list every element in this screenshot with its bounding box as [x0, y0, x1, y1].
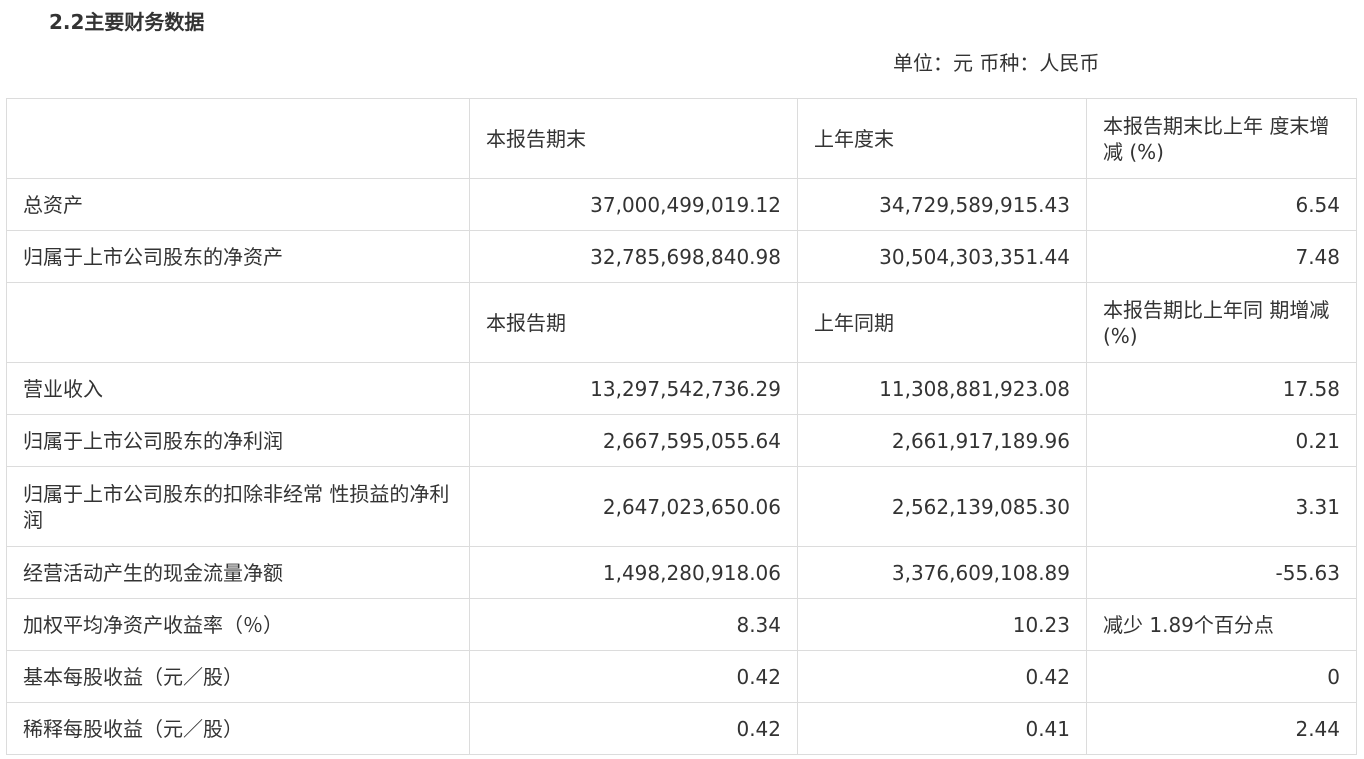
row-label: 加权平均净资产收益率（％）: [6, 598, 470, 651]
current-value: 13,297,542,736.29: [469, 362, 798, 415]
change-value: -55.63: [1086, 546, 1357, 599]
header-cell-blank: [6, 98, 470, 179]
table-row: 归属于上市公司股东的净资产 32,785,698,840.98 30,504,3…: [6, 230, 1357, 283]
change-value: 0: [1086, 650, 1357, 703]
row-label: 经营活动产生的现金流量净额: [6, 546, 470, 599]
previous-value: 34,729,589,915.43: [797, 178, 1087, 231]
current-value: 0.42: [469, 650, 798, 703]
row-label: 归属于上市公司股东的净资产: [6, 230, 470, 283]
table-header-row-period-end: 本报告期末 上年度末 本报告期末比上年 度末增减 (%): [6, 98, 1357, 179]
current-value: 2,647,023,650.06: [469, 466, 798, 547]
table-row: 稀释每股收益（元／股） 0.42 0.41 2.44: [6, 702, 1357, 755]
row-label: 营业收入: [6, 362, 470, 415]
change-value: 6.54: [1086, 178, 1357, 231]
header-cell-change-percent: 本报告期比上年同 期增减 (%): [1086, 282, 1357, 363]
table-row: 归属于上市公司股东的扣除非经常 性损益的净利润 2,647,023,650.06…: [6, 466, 1357, 547]
header-cell-change-percent: 本报告期末比上年 度末增减 (%): [1086, 98, 1357, 179]
current-value: 0.42: [469, 702, 798, 755]
table-row: 加权平均净资产收益率（％） 8.34 10.23 减少 1.89个百分点: [6, 598, 1357, 651]
header-cell-current-period-end: 本报告期末: [469, 98, 798, 179]
change-value: 减少 1.89个百分点: [1086, 598, 1357, 651]
previous-value: 2,562,139,085.30: [797, 466, 1087, 547]
table-header-row-period: 本报告期 上年同期 本报告期比上年同 期增减 (%): [6, 282, 1357, 363]
row-label: 基本每股收益（元／股）: [6, 650, 470, 703]
current-value: 32,785,698,840.98: [469, 230, 798, 283]
previous-value: 11,308,881,923.08: [797, 362, 1087, 415]
table-row: 经营活动产生的现金流量净额 1,498,280,918.06 3,376,609…: [6, 546, 1357, 599]
change-value: 2.44: [1086, 702, 1357, 755]
header-cell-prior-year-end: 上年度末: [797, 98, 1087, 179]
previous-value: 0.41: [797, 702, 1087, 755]
unit-currency-note: 单位：元 币种：人民币: [893, 51, 1100, 75]
header-cell-current-period: 本报告期: [469, 282, 798, 363]
current-value: 1,498,280,918.06: [469, 546, 798, 599]
previous-value: 30,504,303,351.44: [797, 230, 1087, 283]
current-value: 8.34: [469, 598, 798, 651]
row-label: 稀释每股收益（元／股）: [6, 702, 470, 755]
current-value: 2,667,595,055.64: [469, 414, 798, 467]
previous-value: 10.23: [797, 598, 1087, 651]
header-cell-prior-year-same-period: 上年同期: [797, 282, 1087, 363]
financial-data-table: 本报告期末 上年度末 本报告期末比上年 度末增减 (%) 总资产 37,000,…: [6, 98, 1357, 755]
header-cell-blank: [6, 282, 470, 363]
change-value: 7.48: [1086, 230, 1357, 283]
previous-value: 3,376,609,108.89: [797, 546, 1087, 599]
table-row: 营业收入 13,297,542,736.29 11,308,881,923.08…: [6, 362, 1357, 415]
change-value: 3.31: [1086, 466, 1357, 547]
row-label: 归属于上市公司股东的扣除非经常 性损益的净利润: [6, 466, 470, 547]
previous-value: 2,661,917,189.96: [797, 414, 1087, 467]
section-title: 2.2主要财务数据: [49, 10, 205, 34]
row-label: 归属于上市公司股东的净利润: [6, 414, 470, 467]
current-value: 37,000,499,019.12: [469, 178, 798, 231]
table-row: 归属于上市公司股东的净利润 2,667,595,055.64 2,661,917…: [6, 414, 1357, 467]
table-row: 总资产 37,000,499,019.12 34,729,589,915.43 …: [6, 178, 1357, 231]
previous-value: 0.42: [797, 650, 1087, 703]
table-row: 基本每股收益（元／股） 0.42 0.42 0: [6, 650, 1357, 703]
row-label: 总资产: [6, 178, 470, 231]
change-value: 0.21: [1086, 414, 1357, 467]
financial-data-page: 2.2主要财务数据 单位：元 币种：人民币 本报告期末 上年度末 本报告期末比上…: [0, 0, 1364, 759]
change-value: 17.58: [1086, 362, 1357, 415]
